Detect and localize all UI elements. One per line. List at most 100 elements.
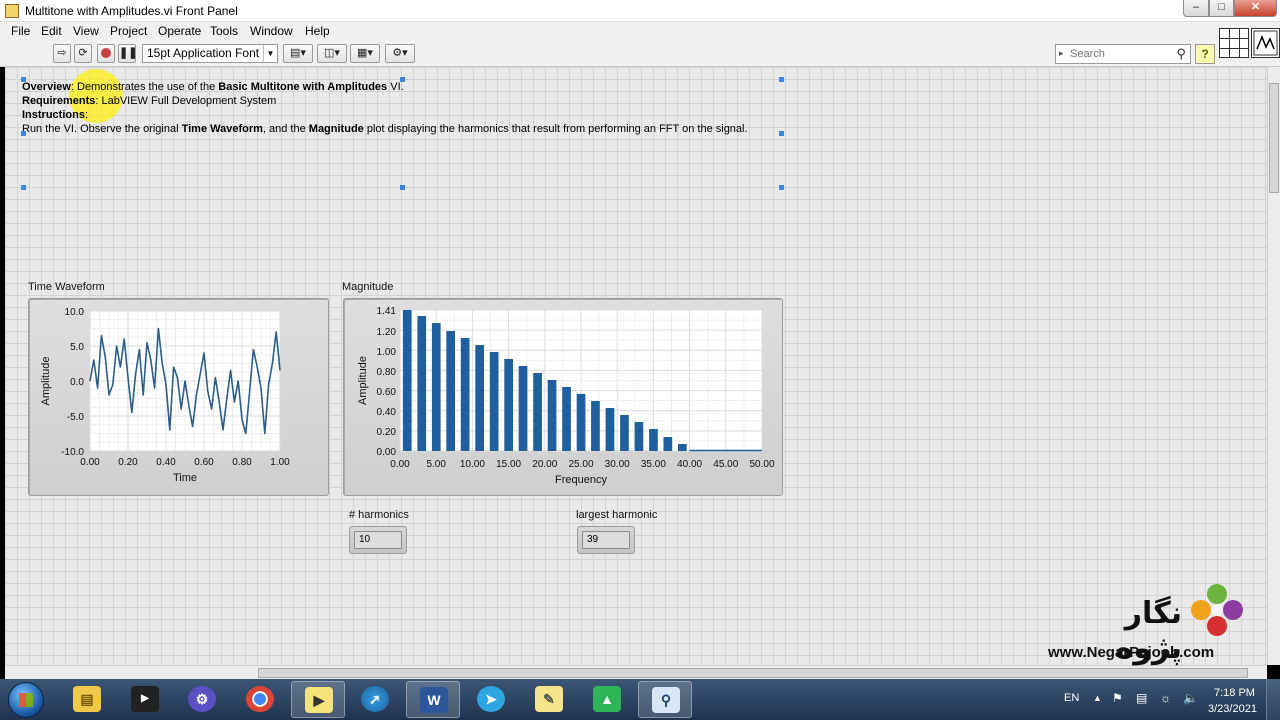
overview-end: VI. [387, 81, 404, 93]
taskbar-app[interactable]: ⚙ [175, 681, 229, 718]
brightness-icon[interactable]: ☼ [1160, 691, 1171, 705]
network-icon[interactable]: ▤ [1136, 691, 1147, 705]
magnitude-graph[interactable]: 1.41 1.20 1.00 0.80 0.60 0.40 0.20 0.00 0.00 5.00… [343, 298, 783, 496]
magnitude-plot: 1.41 1.20 1.00 0.80 0.60 0.40 0.20 0.000.00 5.00… [357, 306, 775, 486]
magnitude-bar [446, 331, 455, 451]
selection-handle[interactable] [779, 185, 784, 190]
show-desktop-button[interactable] [1266, 679, 1280, 720]
time-waveform-graph[interactable]: 10.0 5.0 0.0 -5.0 -10.0 0.00 0.20 0.40 0.60 0.80 1… [28, 298, 329, 496]
largest-harmonic-indicator[interactable]: 39 [577, 526, 635, 554]
menu-bar: File Edit View Project Operate Tools Win… [0, 22, 1280, 40]
menu-file[interactable]: File [11, 24, 30, 38]
taskbar-search-tool[interactable]: ⚲ [638, 681, 692, 718]
menu-window[interactable]: Window [250, 24, 293, 38]
flag-icon[interactable]: ⚑ [1112, 691, 1123, 705]
selection-handle[interactable] [21, 131, 26, 136]
app-icon: ⚙ [188, 686, 216, 712]
menu-project[interactable]: Project [110, 24, 147, 38]
horizontal-scroll-thumb[interactable] [258, 668, 1248, 678]
font-selector[interactable]: 15pt Application Font ▼ [142, 44, 278, 63]
taskbar-vpn[interactable]: ▲ [580, 681, 634, 718]
selection-handle[interactable] [21, 185, 26, 190]
clock-date[interactable]: 3/23/2021 [1208, 703, 1257, 715]
reorder-icon[interactable]: ⚙▾ [385, 44, 415, 63]
maximize-button[interactable]: □ [1209, 0, 1234, 17]
start-button[interactable] [8, 682, 44, 718]
context-help-button[interactable]: ? [1195, 44, 1215, 64]
magnitude-bar [649, 429, 658, 451]
menu-operate[interactable]: Operate [158, 24, 201, 38]
search-box[interactable]: ▸ ⚲ [1055, 44, 1191, 64]
menu-help[interactable]: Help [305, 24, 330, 38]
y-axis-label: Amplitude [40, 357, 52, 406]
taskbar-telegram[interactable]: ➤ [464, 681, 518, 718]
taskbar-media-classic[interactable]: ▶ [118, 681, 172, 718]
menu-edit[interactable]: Edit [41, 24, 62, 38]
align-objects-icon[interactable]: ▤▾ [283, 44, 313, 63]
media-player-icon: ▶ [131, 686, 159, 712]
folder-icon: ▤ [73, 686, 101, 712]
search-icon[interactable]: ⚲ [1176, 46, 1186, 62]
search-scope-icon: ▸ [1059, 48, 1064, 58]
connector-pane-icon[interactable] [1219, 28, 1249, 58]
y-tick-label: 10.0 [65, 307, 85, 318]
x-tick-label: 5.00 [426, 459, 446, 470]
x-tick-label: 0.00 [80, 457, 100, 468]
x-axis-label: Time [173, 472, 197, 484]
menu-view[interactable]: View [73, 24, 99, 38]
run-arrow-icon[interactable]: ⇨ [53, 44, 71, 63]
taskbar-notes[interactable]: ✎ [522, 681, 576, 718]
selection-handle[interactable] [779, 77, 784, 82]
pause-icon[interactable]: ❚❚ [118, 44, 137, 63]
magnitude-bar [663, 437, 673, 451]
search-input[interactable] [1070, 47, 1170, 61]
vi-icon-graphic [1253, 30, 1278, 56]
run-continuously-icon[interactable]: ⟳ [74, 44, 92, 63]
volume-icon[interactable]: 🔈 [1183, 691, 1198, 705]
taskbar-explorer[interactable]: ▤ [60, 681, 114, 718]
menu-tools[interactable]: Tools [210, 24, 238, 38]
resize-objects-icon[interactable]: ▦▾ [350, 44, 380, 63]
vi-icon[interactable] [1251, 28, 1280, 58]
horizontal-scrollbar[interactable] [5, 665, 1267, 679]
x-tick-label: 0.20 [118, 457, 138, 468]
labview-vi-icon [5, 4, 19, 18]
magnitude-bar [533, 373, 542, 451]
chrome-icon [246, 686, 274, 712]
x-tick-label: 1.00 [270, 457, 290, 468]
x-tick-label: 25.00 [568, 459, 593, 470]
title-bar: Multitone with Amplitudes.vi Front Panel… [0, 0, 1280, 22]
selection-handle[interactable] [779, 131, 784, 136]
vertical-scroll-thumb[interactable] [1269, 83, 1279, 193]
overview-label: Overview [22, 81, 71, 93]
y-tick-label: 5.0 [70, 342, 84, 353]
abort-execution-icon[interactable] [97, 44, 115, 63]
largest-harmonic-label: largest harmonic [576, 509, 658, 521]
description-label[interactable]: Overview: Demonstrates the use of the Ba… [22, 80, 748, 136]
labview-icon: ▶ [305, 687, 333, 713]
selection-handle[interactable] [400, 77, 405, 82]
close-button[interactable]: ✕ [1234, 0, 1277, 17]
selection-handle[interactable] [21, 77, 26, 82]
watermark-logo-icon [1191, 584, 1243, 636]
taskbar-labview[interactable]: ▶ [291, 681, 345, 718]
clock-time[interactable]: 7:18 PM [1214, 687, 1255, 699]
distribute-objects-icon[interactable]: ◫▾ [317, 44, 347, 63]
vertical-scrollbar[interactable] [1267, 67, 1280, 665]
x-tick-label: 40.00 [677, 459, 702, 470]
taskbar-download-manager[interactable]: ➚ [348, 681, 402, 718]
window-title: Multitone with Amplitudes.vi Front Panel [25, 4, 238, 18]
run-bold-time-waveform: Time Waveform [181, 123, 263, 135]
font-selector-value: 15pt Application Font [147, 46, 260, 60]
watermark-url: www.NegarPajooh.com [1048, 644, 1215, 661]
selection-handle[interactable] [400, 185, 405, 190]
taskbar-chrome[interactable] [233, 681, 287, 718]
magnitude-bar [620, 415, 629, 451]
minimize-button[interactable]: – [1183, 0, 1209, 17]
y-tick-label: 0.80 [377, 367, 397, 378]
taskbar-word[interactable]: W [406, 681, 460, 718]
magnitude-bar [504, 359, 513, 451]
language-indicator[interactable]: EN [1064, 692, 1079, 704]
show-hidden-icons-icon[interactable]: ▲ [1093, 693, 1102, 703]
harmonics-indicator[interactable]: 10 [349, 526, 407, 554]
